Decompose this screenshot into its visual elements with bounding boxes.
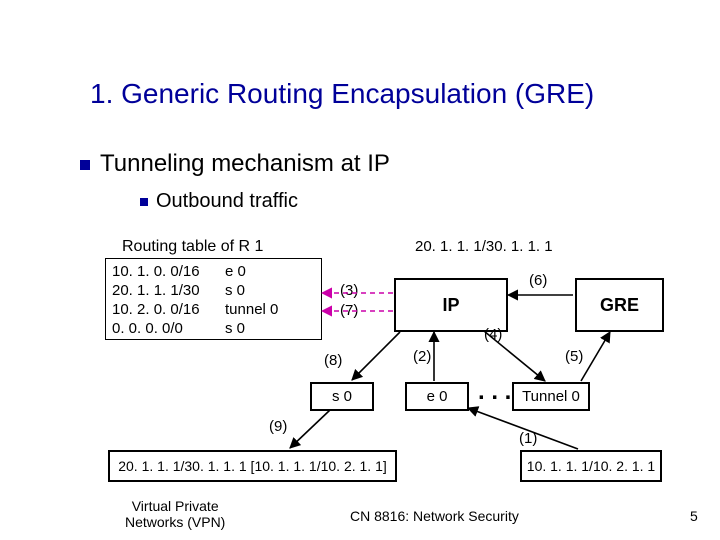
footer-left: Virtual Private Networks (VPN) [125, 498, 225, 530]
bullet-2-text: Outbound traffic [156, 190, 298, 212]
slide-title: 1. Generic Routing Encapsulation (GRE) [90, 78, 594, 110]
footer-left-l1: Virtual Private [132, 498, 219, 514]
footer-center: CN 8816: Network Security [350, 508, 519, 524]
interface-e0-box: e 0 [405, 382, 469, 411]
footer-page-number: 5 [690, 508, 698, 524]
gre-box: GRE [575, 278, 664, 332]
footer-left-l2: Networks (VPN) [125, 514, 225, 530]
step-9-label: (9) [269, 418, 287, 435]
step-1-label: (1) [519, 430, 537, 447]
bullet-level-1: Tunneling mechanism at IP [80, 150, 390, 178]
routing-table-title: Routing table of R 1 [122, 238, 263, 256]
source-dest-label: 20. 1. 1. 1/30. 1. 1. 1 [415, 238, 553, 255]
interface-s0-box: s 0 [310, 382, 374, 411]
step-4-label: (4) [484, 326, 502, 343]
step-5-label: (5) [565, 348, 583, 365]
step-2-label: (2) [413, 348, 431, 365]
routing-table-col-prefix: 10. 1. 0. 0/16 20. 1. 1. 1/30 10. 2. 0. … [112, 262, 200, 338]
bullet-1-text: Tunneling mechanism at IP [100, 150, 390, 177]
original-packet-box: 10. 1. 1. 1/10. 2. 1. 1 [520, 450, 662, 482]
square-bullet-icon [140, 198, 148, 206]
step-3-label: (3) [340, 282, 358, 299]
interface-tunnel0-box: Tunnel 0 [512, 382, 590, 411]
step-6-label: (6) [529, 272, 547, 289]
step-7-label: (7) [340, 302, 358, 319]
routing-table-col-iface: e 0 s 0 tunnel 0 s 0 [225, 262, 278, 338]
bullet-level-2: Outbound traffic [140, 190, 298, 213]
square-bullet-icon [80, 160, 90, 170]
ip-box: IP [394, 278, 508, 332]
step-8-label: (8) [324, 352, 342, 369]
encapsulated-packet-box: 20. 1. 1. 1/30. 1. 1. 1 [10. 1. 1. 1/10.… [108, 450, 397, 482]
ellipsis-icon: . . . [478, 378, 511, 406]
